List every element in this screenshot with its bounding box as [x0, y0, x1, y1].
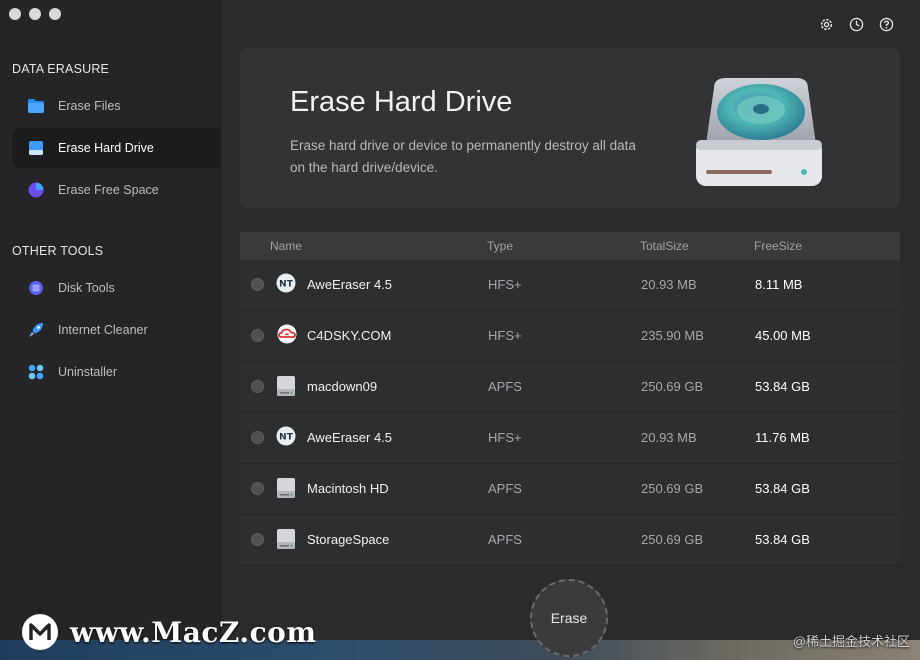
sidebar-item-label: Erase Files	[58, 99, 121, 113]
svg-text:NT: NT	[279, 433, 294, 443]
drive-type: APFS	[488, 379, 522, 394]
cpu-icon	[28, 280, 44, 296]
drive-name: Macintosh HD	[307, 481, 389, 496]
drive-total-size: 235.90 MB	[641, 328, 704, 343]
page-description: Erase hard drive or device to permanentl…	[290, 138, 636, 175]
apps-grid-icon	[28, 364, 44, 380]
drive-icon	[276, 477, 296, 499]
sidebar-item-internet-cleaner[interactable]: Internet Cleaner	[12, 310, 220, 350]
drive-free-size: 11.76 MB	[755, 430, 810, 445]
drive-total-size: 20.93 MB	[641, 430, 697, 445]
drive-type: HFS+	[488, 328, 522, 343]
drive-name: AweEraser 4.5	[307, 277, 393, 292]
pie-chart-icon	[28, 182, 44, 198]
site-logo-icon	[22, 614, 58, 650]
row-select-radio[interactable]	[251, 278, 264, 291]
table-row[interactable]: Macintosh HD APFS 250.69 GB 53.84 GB	[240, 464, 900, 515]
rocket-icon	[28, 322, 44, 338]
creative-cloud-icon	[276, 324, 297, 346]
drive-icon	[276, 528, 296, 550]
drive-type: APFS	[488, 532, 522, 547]
sidebar-item-erase-hard-drive[interactable]: Erase Hard Drive	[12, 128, 220, 168]
sidebar-item-label: Internet Cleaner	[58, 323, 148, 337]
hero-banner: Erase Hard Drive Erase hard drive or dev…	[240, 48, 900, 208]
sidebar-item-label: Erase Hard Drive	[58, 141, 154, 155]
column-header-freesize[interactable]: FreeSize	[754, 239, 802, 253]
drive-total-size: 250.69 GB	[641, 481, 704, 496]
table-row[interactable]: NT AweEraser 4.5 HFS+ 20.93 MB 8.11 MB	[240, 260, 900, 311]
svg-text:NT: NT	[279, 280, 294, 290]
drive-name: StorageSpace	[307, 532, 390, 547]
hard-drive-illustration-icon	[692, 74, 832, 199]
site-watermark: www.MacZ.com	[22, 614, 316, 650]
hard-drive-icon	[28, 140, 44, 156]
column-header-type[interactable]: Type	[487, 239, 513, 253]
history-clock-icon[interactable]	[848, 16, 864, 32]
zoom-window-button[interactable]	[49, 8, 61, 20]
drive-total-size: 20.93 MB	[641, 277, 697, 292]
table-row[interactable]: macdown09 APFS 250.69 GB 53.84 GB	[240, 362, 900, 413]
drive-type: HFS+	[488, 430, 522, 445]
help-icon[interactable]	[878, 16, 894, 32]
drive-name: AweEraser 4.5	[307, 430, 393, 445]
section-title-data-erasure: DATA ERASURE	[12, 62, 110, 76]
column-header-totalsize[interactable]: TotalSize	[640, 239, 689, 253]
drive-total-size: 250.69 GB	[641, 532, 704, 547]
app-disk-icon: NT	[276, 426, 296, 448]
gear-icon[interactable]	[818, 16, 834, 32]
column-header-name[interactable]: Name	[270, 239, 302, 253]
drive-icon	[276, 375, 296, 397]
sidebar: DATA ERASURE Erase Files Erase Hard Driv…	[0, 0, 221, 660]
sidebar-item-label: Uninstaller	[58, 365, 118, 379]
drive-free-size: 53.84 GB	[755, 532, 810, 547]
drive-type: APFS	[488, 481, 522, 496]
sidebar-item-erase-free-space[interactable]: Erase Free Space	[12, 170, 220, 210]
drive-free-size: 53.84 GB	[755, 379, 810, 394]
drive-free-size: 8.11 MB	[755, 277, 803, 292]
toolbar	[818, 16, 894, 32]
sidebar-item-erase-files[interactable]: Erase Files	[12, 86, 220, 126]
drive-name: macdown09	[307, 379, 378, 394]
minimize-window-button[interactable]	[29, 8, 41, 20]
row-select-radio[interactable]	[251, 431, 264, 444]
drive-free-size: 53.84 GB	[755, 481, 810, 496]
drive-table: Name Type TotalSize FreeSize NT AweErase…	[240, 232, 900, 566]
sidebar-item-label: Erase Free Space	[58, 183, 159, 197]
sidebar-item-label: Disk Tools	[58, 281, 115, 295]
row-select-radio[interactable]	[251, 482, 264, 495]
page-title: Erase Hard Drive	[290, 86, 513, 118]
folder-icon	[28, 98, 44, 114]
drive-type: HFS+	[488, 277, 522, 292]
table-header: Name Type TotalSize FreeSize	[240, 232, 900, 260]
drive-free-size: 45.00 MB	[755, 328, 811, 343]
row-select-radio[interactable]	[251, 533, 264, 546]
table-row[interactable]: NT AweEraser 4.5 HFS+ 20.93 MB 11.76 MB	[240, 413, 900, 464]
row-select-radio[interactable]	[251, 380, 264, 393]
watermark-site-text: www.MacZ.com	[70, 615, 317, 649]
table-row[interactable]: C4DSKY.COM HFS+ 235.90 MB 45.00 MB	[240, 311, 900, 362]
drive-name: C4DSKY.COM	[307, 328, 392, 343]
table-row[interactable]: StorageSpace APFS 250.69 GB 53.84 GB	[240, 515, 900, 566]
app-disk-icon: NT	[276, 273, 296, 295]
drive-total-size: 250.69 GB	[641, 379, 704, 394]
close-window-button[interactable]	[9, 8, 21, 20]
sidebar-item-uninstaller[interactable]: Uninstaller	[12, 352, 220, 392]
row-select-radio[interactable]	[251, 329, 264, 342]
section-title-other-tools: OTHER TOOLS	[12, 244, 104, 258]
window-controls	[9, 8, 61, 20]
erase-button[interactable]: Erase	[530, 579, 608, 657]
watermark-credit: @稀土掘金技术社区	[792, 634, 910, 649]
sidebar-item-disk-tools[interactable]: Disk Tools	[12, 268, 220, 308]
